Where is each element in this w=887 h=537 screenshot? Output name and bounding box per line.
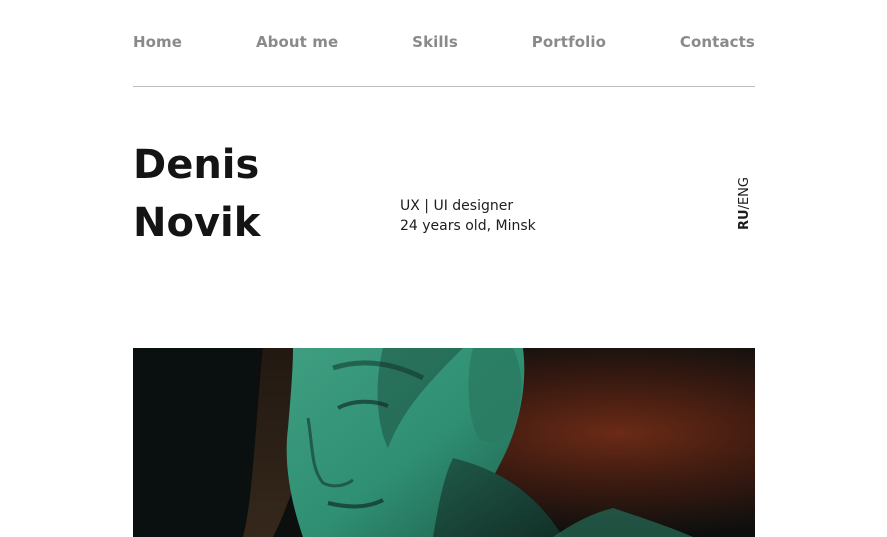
nav-item-home[interactable]: Home xyxy=(133,33,182,51)
first-name: Denis xyxy=(133,142,260,188)
nav-divider xyxy=(133,86,755,87)
lang-separator: / xyxy=(737,205,752,210)
lang-eng-link[interactable]: ENG xyxy=(737,177,752,205)
profile-info: UX | UI designer 24 years old, Minsk xyxy=(400,196,536,236)
hero-photo xyxy=(133,348,755,537)
nav-item-portfolio[interactable]: Portfolio xyxy=(532,33,606,51)
nav-item-about-me[interactable]: About me xyxy=(256,33,338,51)
portrait-image xyxy=(133,348,755,537)
details-text: 24 years old, Minsk xyxy=(400,218,536,234)
nav-item-skills[interactable]: Skills xyxy=(412,33,458,51)
lang-ru-link[interactable]: RU xyxy=(737,209,752,230)
last-name: Novik xyxy=(133,200,261,246)
role-text: UX | UI designer xyxy=(400,198,514,214)
language-switcher: RU/ENG xyxy=(736,177,754,230)
page: Home About me Skills Portfolio Contacts … xyxy=(0,0,887,537)
main-nav: Home About me Skills Portfolio Contacts xyxy=(133,30,755,54)
page-title: Denis Novik xyxy=(133,136,260,252)
nav-item-contacts[interactable]: Contacts xyxy=(680,33,755,51)
